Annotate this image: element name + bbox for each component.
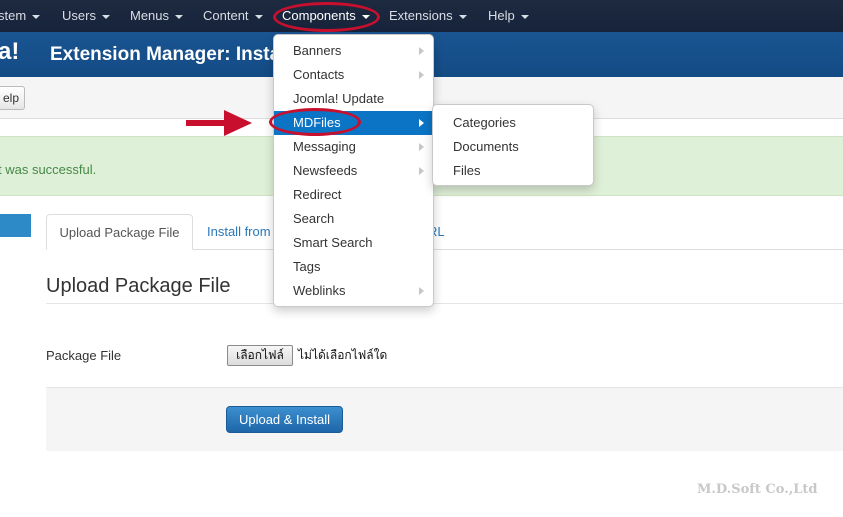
- submenu-item-documents[interactable]: Documents: [433, 135, 593, 159]
- red-arrow-icon: [186, 110, 252, 136]
- choose-file-button[interactable]: เลือกไฟล์: [227, 345, 293, 366]
- package-file-label: Package File: [46, 348, 122, 363]
- nav-help[interactable]: Help: [488, 0, 529, 32]
- menu-item-joomla-update[interactable]: Joomla! Update: [274, 87, 433, 111]
- nav-content-label: Content: [203, 8, 249, 23]
- chevron-right-icon: [419, 167, 424, 175]
- menu-item-label: Banners: [293, 43, 342, 58]
- menu-item-smart-search[interactable]: Smart Search: [274, 231, 433, 255]
- install-tabs: Upload Package File Install from RL: [46, 214, 843, 250]
- nav-help-label: Help: [488, 8, 515, 23]
- menu-item-label: Smart Search: [293, 235, 373, 250]
- caret-down-icon: [520, 14, 529, 19]
- menu-item-contacts[interactable]: Contacts: [274, 63, 433, 87]
- menu-item-label: Redirect: [293, 187, 342, 202]
- nav-system-label: stem: [0, 8, 27, 23]
- upload-install-button[interactable]: Upload & Install: [226, 406, 343, 433]
- nav-extensions[interactable]: Extensions: [389, 0, 467, 32]
- tab-upload-package[interactable]: Upload Package File: [46, 214, 193, 250]
- components-dropdown: Banners Contacts Joomla! Update MDFiles …: [273, 34, 434, 307]
- menu-item-banners[interactable]: Banners: [274, 39, 433, 63]
- menu-item-label: Weblinks: [293, 283, 346, 298]
- menu-item-messaging[interactable]: Messaging: [274, 135, 433, 159]
- caret-down-icon: [175, 14, 184, 19]
- page-title: Extension Manager: Insta: [50, 44, 281, 65]
- menu-item-label: Search: [293, 211, 335, 226]
- page: stem Users Menus Content Components Exte…: [0, 0, 843, 517]
- menu-item-label: Tags: [293, 259, 321, 274]
- file-status-text: ไม่ได้เลือกไฟล์ใด: [298, 348, 388, 362]
- submenu-item-categories[interactable]: Categories: [433, 111, 593, 135]
- menu-item-label: Joomla! Update: [293, 91, 385, 106]
- mdfiles-submenu: Categories Documents Files: [432, 104, 594, 186]
- joomla-logo: a!: [0, 38, 20, 65]
- caret-down-icon: [458, 14, 467, 19]
- annotation-circle-mdfiles: [269, 108, 361, 136]
- submenu-item-files[interactable]: Files: [433, 159, 593, 183]
- chevron-right-icon: [419, 287, 424, 295]
- chevron-right-icon: [419, 47, 424, 55]
- chevron-right-icon: [419, 143, 424, 151]
- tab-install-from-directory[interactable]: Install from: [207, 214, 271, 250]
- nav-menus-label: Menus: [130, 8, 170, 23]
- help-button[interactable]: elp: [0, 86, 25, 110]
- menu-item-search[interactable]: Search: [274, 207, 433, 231]
- menu-item-tags[interactable]: Tags: [274, 255, 433, 279]
- annotation-circle-components: [273, 2, 380, 32]
- alert-message: t was successful.: [0, 162, 97, 177]
- form-actions: Upload & Install: [46, 387, 843, 451]
- menu-item-newsfeeds[interactable]: Newsfeeds: [274, 159, 433, 183]
- section-divider: [46, 303, 843, 304]
- nav-users[interactable]: Users: [62, 0, 110, 32]
- sidebar-tab[interactable]: [0, 214, 31, 237]
- caret-down-icon: [32, 14, 41, 19]
- menu-item-label: Messaging: [293, 139, 356, 154]
- nav-users-label: Users: [62, 8, 96, 23]
- nav-content[interactable]: Content: [203, 0, 263, 32]
- chevron-right-icon: [419, 71, 424, 79]
- nav-system[interactable]: stem: [0, 0, 41, 32]
- menu-item-redirect[interactable]: Redirect: [274, 183, 433, 207]
- watermark: M.D.Soft Co.,Ltd: [697, 482, 818, 497]
- caret-down-icon: [254, 14, 263, 19]
- menu-item-label: Contacts: [293, 67, 345, 82]
- menu-item-weblinks[interactable]: Weblinks: [274, 279, 433, 303]
- nav-menus[interactable]: Menus: [130, 0, 184, 32]
- menu-item-label: Newsfeeds: [293, 163, 358, 178]
- top-nav: stem Users Menus Content Components Exte…: [0, 0, 843, 32]
- section-title: Upload Package File: [46, 275, 231, 297]
- caret-down-icon: [101, 14, 110, 19]
- nav-extensions-label: Extensions: [389, 8, 453, 23]
- chevron-right-icon: [419, 119, 424, 127]
